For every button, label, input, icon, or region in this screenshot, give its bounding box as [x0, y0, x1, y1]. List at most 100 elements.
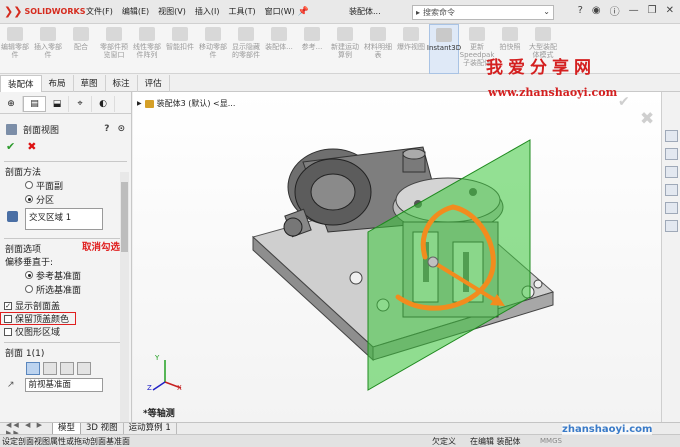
status-units[interactable]: MMGS	[540, 437, 562, 445]
checkbox-box[interactable]: ✓	[4, 301, 12, 310]
feature-manager-tab-icon[interactable]: ⊕	[0, 96, 23, 112]
ribbon-button-9[interactable]: 参考...	[297, 24, 327, 74]
radio-dot[interactable]	[25, 181, 33, 189]
radio-plane-pair[interactable]: 平面副	[0, 178, 131, 192]
restore-icon[interactable]: ❐	[648, 5, 657, 16]
custom-properties-icon[interactable]	[665, 220, 678, 232]
radio-label: 分区	[36, 195, 55, 206]
ribbon-button-3[interactable]: 零部件预览窗口	[99, 24, 129, 74]
checkbox-box[interactable]	[4, 314, 12, 323]
menu-window[interactable]: 窗口(W)	[265, 6, 295, 17]
panel-scrollbar-thumb[interactable]	[121, 182, 128, 252]
checkbox-show-section-cap[interactable]: ✓ 显示剖面盖	[0, 299, 131, 312]
radio-zonal[interactable]: 分区	[0, 192, 131, 206]
section1-header[interactable]: 剖面 1(1)	[0, 346, 131, 359]
section-options-title: 剖面选项	[5, 245, 42, 255]
checkbox-graphics-only[interactable]: 仅图形区域	[0, 325, 131, 338]
section-method-header[interactable]: 剖面方法	[0, 165, 131, 178]
solidworks-logo[interactable]: ❯❯ SOLIDWORKS	[0, 5, 85, 18]
user-icon[interactable]: ◉	[592, 5, 601, 16]
front-plane-button[interactable]	[26, 362, 40, 375]
checkbox-box[interactable]	[4, 327, 12, 336]
confirm-corner-cancel-icon[interactable]: ✖	[640, 109, 654, 129]
tab-3d-view[interactable]: 3D 视图	[81, 422, 124, 435]
ribbon-button-4[interactable]: 线性零部件阵列	[132, 24, 162, 74]
section1-plane-field[interactable]: 前视基准面	[24, 378, 103, 392]
home-icon[interactable]	[665, 130, 678, 142]
ribbon-button-6[interactable]: 移动零部件	[198, 24, 228, 74]
ribbon-button-1[interactable]: 插入零部件	[33, 24, 63, 74]
configuration-manager-tab-icon[interactable]: ⬓	[46, 96, 69, 112]
help-icon[interactable]: ?	[104, 124, 109, 134]
search-dropdown-icon[interactable]: ⌄	[543, 7, 550, 16]
radio-dot[interactable]	[25, 271, 33, 279]
divider	[4, 161, 127, 162]
ribbon-button-icon	[436, 28, 452, 42]
tab-model[interactable]: 模型	[52, 422, 82, 435]
tab-layout[interactable]: 布局	[42, 75, 74, 92]
menu-view[interactable]: 视图(V)	[158, 6, 186, 17]
zone-listbox[interactable]: 交叉区域 1	[25, 208, 103, 230]
radio-label: 参考基准面	[36, 271, 82, 282]
radio-reference-plane[interactable]: 参考基准面	[0, 268, 131, 282]
search-input[interactable]: ▸ 搜索命令 ⌄	[412, 5, 554, 20]
ribbon-button-13[interactable]: Instant3D	[426, 24, 462, 74]
pin-panel-icon[interactable]: ⊙	[117, 124, 125, 134]
reverse-button[interactable]	[77, 362, 91, 375]
ribbon-button-11[interactable]: 材料明细表	[363, 24, 393, 74]
ribbon-button-label: 零部件预览窗口	[100, 43, 128, 59]
view-palette-icon[interactable]	[665, 184, 678, 196]
help-icon[interactable]: ?	[578, 5, 583, 16]
appearances-icon[interactable]	[665, 202, 678, 214]
radio-selected-plane[interactable]: 所选基准面	[0, 282, 131, 296]
menu-edit[interactable]: 编辑(E)	[122, 6, 149, 17]
property-manager-tab-icon[interactable]: ▤	[23, 96, 46, 112]
watermark-url: www.zhanshaoyi.com	[488, 86, 618, 99]
radio-dot[interactable]	[25, 195, 33, 203]
checkbox-keep-cap-color[interactable]: 保留顶盖颜色	[0, 312, 76, 325]
panel-scrollbar[interactable]	[120, 172, 129, 422]
status-definition: 欠定义	[432, 436, 456, 446]
tab-markup[interactable]: 标注	[106, 75, 138, 92]
menu-insert[interactable]: 插入(I)	[195, 6, 220, 17]
ribbon-button-0[interactable]: 编辑零部件	[0, 24, 30, 74]
assembly-model[interactable]	[133, 92, 661, 422]
close-icon[interactable]: ✕	[666, 5, 674, 16]
ribbon-button-label: Instant3D	[426, 44, 462, 52]
expand-icon[interactable]: ▶	[137, 100, 142, 107]
ribbon-button-8[interactable]: 装配体...	[264, 24, 294, 74]
feature-tree-flyout[interactable]: ▶ 装配体3 (默认) <显...	[137, 98, 235, 109]
ribbon-button-label: 装配体...	[265, 43, 293, 51]
pin-icon[interactable]: 📌	[298, 7, 309, 17]
question-icon[interactable]: ⓘ	[610, 3, 620, 18]
file-explorer-icon[interactable]	[665, 166, 678, 178]
document-title: 装配体...	[348, 7, 381, 16]
ok-button[interactable]: ✔	[6, 140, 15, 153]
ribbon-button-label: 爆炸视图	[397, 43, 425, 51]
ribbon-button-12[interactable]: 爆炸视图	[396, 24, 426, 74]
tab-sketch[interactable]: 草图	[74, 75, 106, 92]
top-plane-button[interactable]	[43, 362, 57, 375]
title-bar-icons: ? ◉ ⓘ — ❐ ✕	[578, 3, 680, 18]
confirm-corner-ok-icon[interactable]: ✔	[618, 94, 630, 110]
minimize-icon[interactable]: —	[629, 5, 639, 16]
graphics-area[interactable]: ▶ 装配体3 (默认) <显... ✔ ✖ Y Z X *等轴测	[133, 92, 661, 422]
dimxpert-tab-icon[interactable]: ⌖	[69, 96, 92, 112]
right-plane-button[interactable]	[60, 362, 74, 375]
ribbon-button-5[interactable]: 智能扣件	[165, 24, 195, 74]
cancel-button[interactable]: ✖	[27, 140, 36, 153]
ribbon-button-label: 新建运动算例	[331, 43, 359, 59]
tab-motion-study[interactable]: 运动算例 1	[124, 422, 177, 435]
ribbon-button-10[interactable]: 新建运动算例	[330, 24, 360, 74]
ribbon-button-label: 配合	[74, 43, 88, 51]
display-manager-tab-icon[interactable]: ◐	[92, 96, 115, 112]
ribbon-button-2[interactable]: 配合	[66, 24, 96, 74]
ribbon-button-7[interactable]: 显示隐藏的零部件	[231, 24, 261, 74]
radio-dot[interactable]	[25, 285, 33, 293]
design-library-icon[interactable]	[665, 148, 678, 160]
tab-assembly[interactable]: 装配体	[0, 75, 42, 92]
menu-file[interactable]: 文件(F)	[86, 6, 113, 17]
menu-tools[interactable]: 工具(T)	[228, 6, 255, 17]
annotation-uncheck: 取消勾选	[82, 242, 121, 253]
tab-evaluate[interactable]: 评估	[138, 75, 170, 92]
